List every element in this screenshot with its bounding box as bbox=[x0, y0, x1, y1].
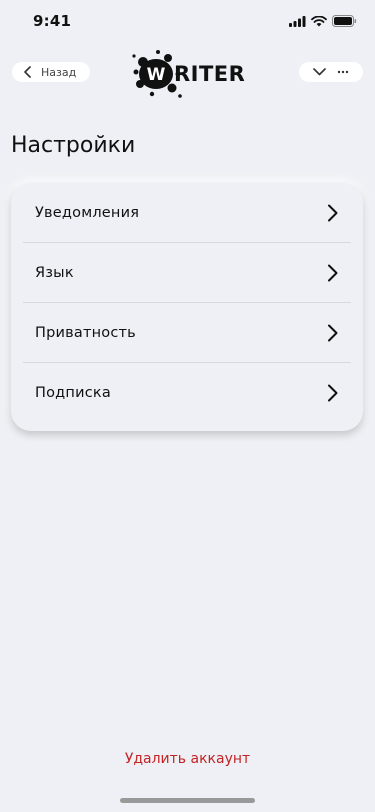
status-bar: 9:41 bbox=[0, 0, 375, 44]
settings-item-language[interactable]: Язык bbox=[23, 243, 351, 303]
back-button-label: Назад bbox=[41, 65, 77, 79]
settings-item-privacy[interactable]: Приватность bbox=[23, 303, 351, 363]
chevron-left-icon bbox=[24, 66, 31, 78]
back-button[interactable]: Назад bbox=[12, 62, 90, 82]
settings-item-label: Приватность bbox=[35, 324, 136, 341]
more-icon[interactable] bbox=[337, 70, 349, 74]
settings-item-label: Язык bbox=[35, 264, 74, 281]
delete-account-button[interactable]: Удалить аккаунт bbox=[0, 751, 375, 767]
settings-item-label: Уведомления bbox=[35, 204, 140, 221]
chevron-right-icon bbox=[328, 324, 338, 341]
settings-list: Уведомления Язык Приватность Подписка bbox=[11, 183, 363, 431]
wifi-icon bbox=[311, 15, 327, 26]
status-time: 9:41 bbox=[33, 12, 72, 30]
chevron-right-icon bbox=[328, 384, 338, 402]
navigation-bar: Назад W RITER bbox=[0, 50, 375, 98]
signal-icon bbox=[289, 15, 306, 27]
page-title: Настройки bbox=[11, 133, 136, 158]
status-icons bbox=[289, 15, 357, 27]
svg-text:W: W bbox=[147, 65, 166, 85]
writer-logo: W RITER bbox=[132, 50, 245, 98]
settings-item-notifications[interactable]: Уведомления bbox=[23, 183, 351, 243]
battery-icon bbox=[332, 15, 357, 27]
chevron-down-icon[interactable] bbox=[312, 68, 326, 76]
menu-capsule bbox=[299, 62, 363, 82]
home-indicator bbox=[120, 798, 255, 803]
settings-item-subscription[interactable]: Подписка bbox=[23, 363, 351, 423]
settings-item-label: Подписка bbox=[35, 385, 111, 401]
svg-text:RITER: RITER bbox=[174, 62, 245, 86]
chevron-right-icon bbox=[328, 204, 338, 221]
chevron-right-icon bbox=[328, 264, 338, 281]
